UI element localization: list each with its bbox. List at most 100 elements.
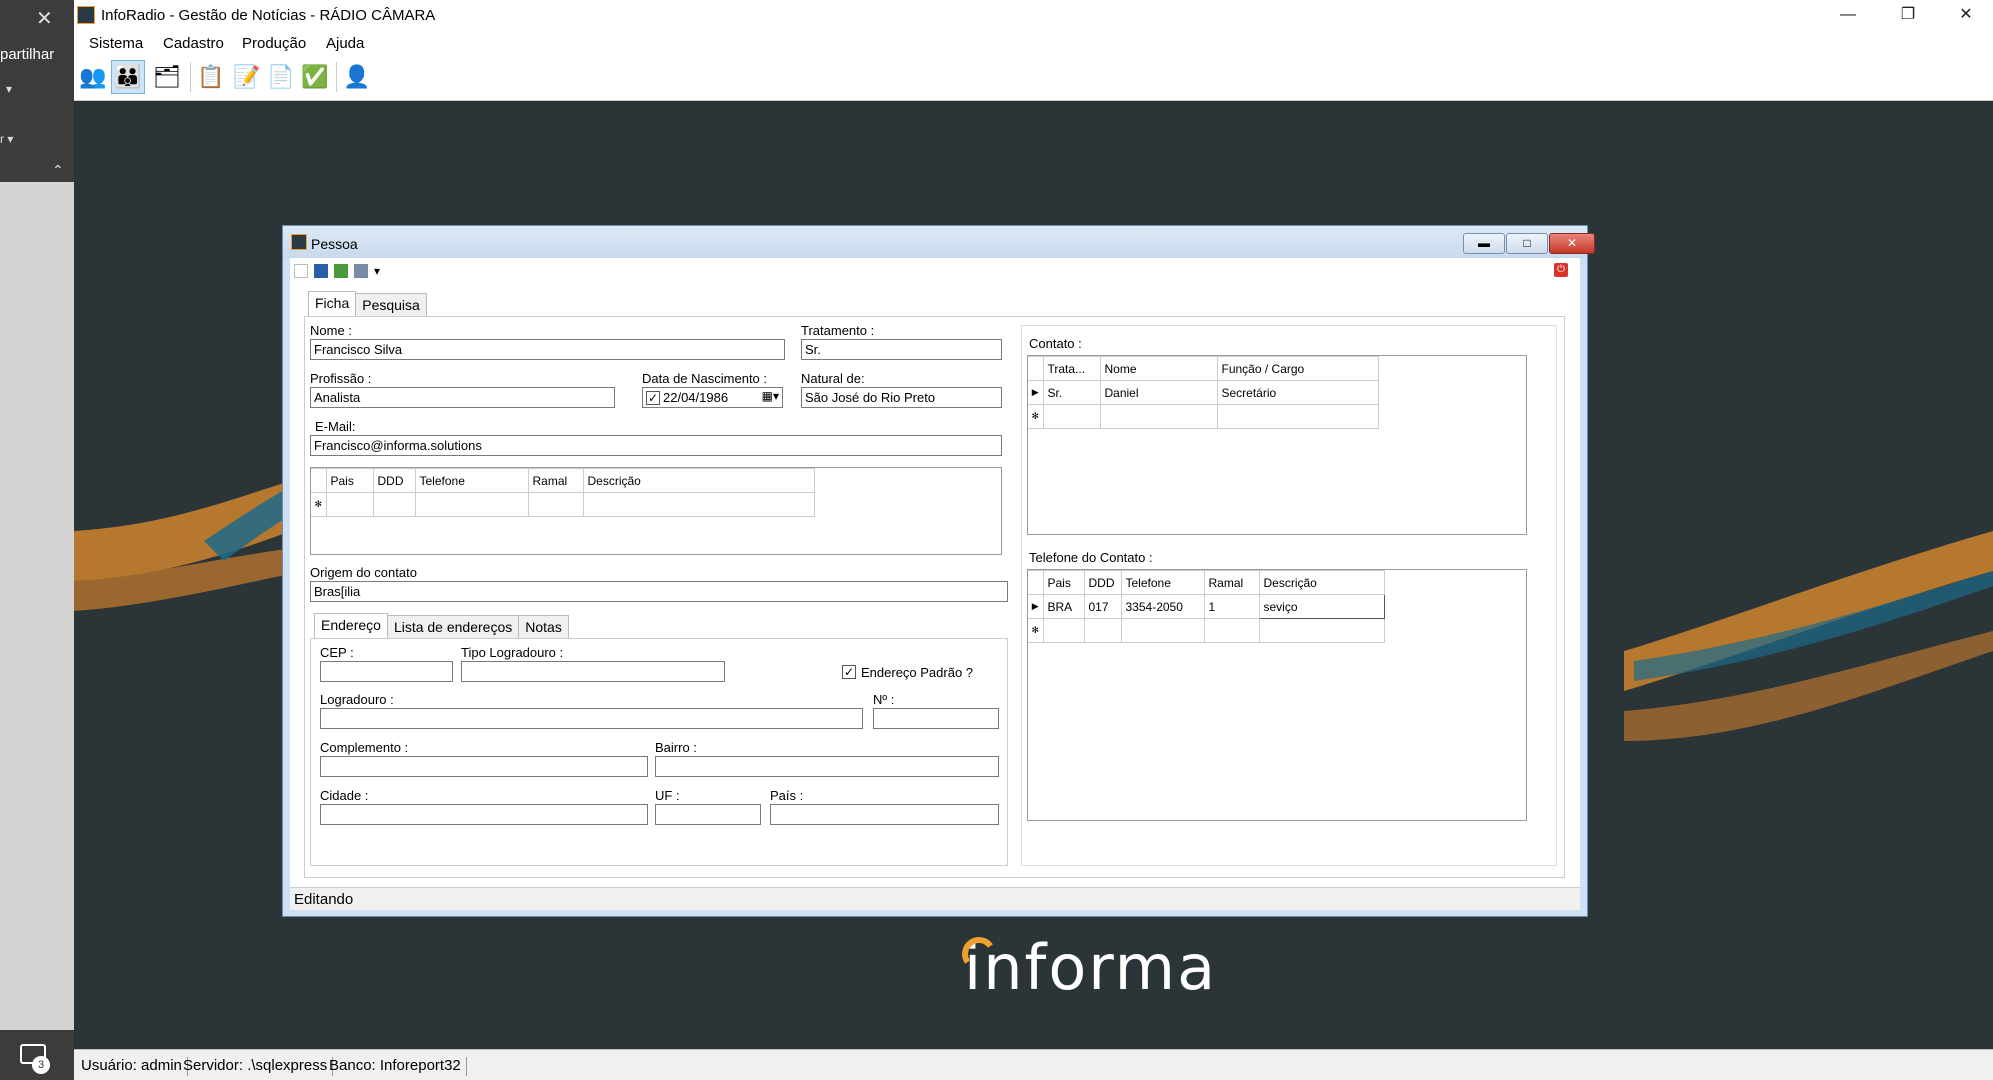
logo-text: informa bbox=[964, 931, 1218, 1004]
edit-document-icon[interactable]: 📝 bbox=[230, 60, 264, 94]
col-nome[interactable]: Nome bbox=[1099, 356, 1218, 381]
nascimento-input[interactable]: ✓ 22/04/1986 ▦▾ bbox=[642, 387, 783, 408]
chevron-down-icon[interactable]: ▾ bbox=[6, 82, 12, 96]
numero-input[interactable] bbox=[873, 708, 999, 729]
dialog-title-bar: Pessoa ▬ □ ✕ bbox=[283, 226, 1595, 258]
menu-ajuda[interactable]: Ajuda bbox=[326, 35, 364, 52]
col-descricao[interactable]: Descrição bbox=[582, 468, 815, 493]
calendar-dropdown-icon[interactable]: ▦▾ bbox=[762, 389, 779, 404]
power-icon[interactable]: ⏻ bbox=[1554, 263, 1568, 277]
col-ramal[interactable]: Ramal bbox=[527, 468, 584, 493]
new-row-icon: ✻ bbox=[1028, 404, 1044, 429]
natural-label: Natural de: bbox=[801, 371, 865, 386]
uf-label: UF : bbox=[655, 788, 680, 803]
table-row[interactable]: ✻ bbox=[311, 492, 815, 517]
tab-endereco[interactable]: Endereço bbox=[314, 613, 388, 638]
chevron-up-icon[interactable]: ⌃ bbox=[52, 162, 64, 179]
origem-label: Origem do contato bbox=[310, 565, 417, 580]
notification-center[interactable]: 3 bbox=[0, 1030, 74, 1080]
minimize-button[interactable]: — bbox=[1825, 0, 1871, 30]
nascimento-checkbox[interactable]: ✓ bbox=[646, 391, 660, 405]
delete-icon[interactable] bbox=[334, 264, 348, 278]
bairro-input[interactable] bbox=[655, 756, 999, 777]
print-icon[interactable] bbox=[354, 264, 368, 278]
endereco-padrao-checkbox[interactable]: ✓ bbox=[842, 665, 856, 679]
main-toolbar: 👥 👪 🗂 📋 📝 📄 ✅ 👤 bbox=[74, 56, 1993, 101]
tab-lista-enderecos[interactable]: Lista de endereços bbox=[386, 615, 520, 640]
list-icon[interactable]: 📄 bbox=[264, 60, 298, 94]
new-icon[interactable] bbox=[294, 264, 308, 278]
tab-pesquisa[interactable]: Pesquisa bbox=[355, 293, 427, 318]
cep-label: CEP : bbox=[320, 645, 354, 660]
title-bar: InfoRadio - Gestão de Notícias - RÁDIO C… bbox=[74, 0, 1993, 30]
user-icon[interactable]: 👤 bbox=[340, 60, 374, 94]
pais-input[interactable] bbox=[770, 804, 999, 825]
contato-panel: Contato : Trata... Nome Função / Cargo ▶… bbox=[1021, 325, 1557, 866]
col-pais[interactable]: Pais bbox=[325, 468, 374, 493]
save-icon[interactable] bbox=[314, 264, 328, 278]
close-icon[interactable]: ✕ bbox=[36, 6, 53, 31]
dialog-body: ▾ ⏻ Ficha Pesquisa Nome : Francisco Silv… bbox=[290, 258, 1580, 910]
background-app-band: ▾ r ▾ ⌃ bbox=[0, 70, 74, 182]
contacts-icon[interactable]: 👪 bbox=[111, 60, 145, 94]
email-input[interactable]: Francisco@informa.solutions bbox=[310, 435, 1002, 456]
menu-bar: Sistema Cadastro Produção Ajuda bbox=[74, 30, 1993, 56]
dialog-toolbar: ▾ bbox=[294, 262, 388, 280]
tab-ficha[interactable]: Ficha bbox=[308, 291, 357, 316]
numero-label: Nº : bbox=[873, 692, 895, 707]
table-row[interactable]: ✻ bbox=[1028, 404, 1379, 429]
cidade-input[interactable] bbox=[320, 804, 648, 825]
col-pais[interactable]: Pais bbox=[1042, 570, 1085, 595]
restore-button[interactable]: ❐ bbox=[1885, 0, 1931, 30]
tab-notas[interactable]: Notas bbox=[518, 615, 569, 640]
natural-input[interactable]: São José do Rio Preto bbox=[801, 387, 1002, 408]
card-icon[interactable]: 🗂 bbox=[150, 60, 184, 94]
tipo-logradouro-input[interactable] bbox=[461, 661, 725, 682]
menu-sistema[interactable]: Sistema bbox=[89, 35, 143, 52]
pessoa-dialog: Pessoa ▬ □ ✕ ▾ ⏻ Ficha Pesquisa Nome : F… bbox=[282, 225, 1595, 917]
profissao-input[interactable]: Analista bbox=[310, 387, 615, 408]
users-icon[interactable]: 👥 bbox=[76, 60, 110, 94]
telefone-contato-grid: Pais DDD Telefone Ramal Descrição ▶ BRA … bbox=[1027, 569, 1527, 821]
close-button[interactable]: ✕ bbox=[1943, 0, 1989, 30]
row-pointer-icon: ▶ bbox=[1028, 594, 1044, 619]
nome-input[interactable]: Francisco Silva bbox=[310, 339, 785, 360]
complemento-input[interactable] bbox=[320, 756, 648, 777]
menu-producao[interactable]: Produção bbox=[242, 35, 306, 52]
share-label[interactable]: partilhar bbox=[0, 46, 54, 63]
dropdown-icon[interactable]: r ▾ bbox=[0, 132, 13, 146]
check-document-icon[interactable]: ✅ bbox=[298, 60, 332, 94]
contato-grid: Trata... Nome Função / Cargo ▶ Sr. Danie… bbox=[1027, 355, 1527, 535]
app-icon bbox=[77, 6, 95, 24]
dialog-close-button[interactable]: ✕ bbox=[1549, 233, 1595, 254]
table-row[interactable]: ✻ bbox=[1028, 618, 1385, 643]
col-telefone[interactable]: Telefone bbox=[414, 468, 529, 493]
contato-table: Trata... Nome Função / Cargo ▶ Sr. Danie… bbox=[1028, 356, 1379, 429]
table-row[interactable]: ▶ Sr. Daniel Secretário bbox=[1028, 380, 1379, 405]
informa-logo: informa bbox=[959, 931, 1218, 1004]
menu-cadastro[interactable]: Cadastro bbox=[163, 35, 224, 52]
background-app-header: ✕ partilhar bbox=[0, 0, 74, 70]
nascimento-value: 22/04/1986 bbox=[663, 390, 729, 405]
dialog-status: Editando bbox=[290, 887, 1580, 910]
col-funcao[interactable]: Função / Cargo bbox=[1216, 356, 1379, 381]
col-descricao[interactable]: Descrição bbox=[1258, 570, 1385, 595]
nascimento-label: Data de Nascimento : bbox=[642, 371, 768, 386]
col-ramal[interactable]: Ramal bbox=[1203, 570, 1260, 595]
col-tratamento[interactable]: Trata... bbox=[1042, 356, 1101, 381]
dropdown-arrow-icon[interactable]: ▾ bbox=[374, 264, 388, 278]
dialog-maximize-button[interactable]: □ bbox=[1506, 233, 1548, 254]
col-ddd[interactable]: DDD bbox=[1083, 570, 1122, 595]
telefone-contato-label: Telefone do Contato : bbox=[1029, 550, 1153, 565]
clipboard-icon[interactable]: 📋 bbox=[194, 60, 228, 94]
col-telefone[interactable]: Telefone bbox=[1120, 570, 1205, 595]
telefone-contato-table: Pais DDD Telefone Ramal Descrição ▶ BRA … bbox=[1028, 570, 1385, 643]
logradouro-input[interactable] bbox=[320, 708, 863, 729]
uf-input[interactable] bbox=[655, 804, 761, 825]
dialog-minimize-button[interactable]: ▬ bbox=[1463, 233, 1505, 254]
table-row[interactable]: ▶ BRA 017 3354-2050 1 seviço bbox=[1028, 594, 1385, 619]
cep-input[interactable] bbox=[320, 661, 453, 682]
tratamento-input[interactable]: Sr. bbox=[801, 339, 1002, 360]
origem-input[interactable]: Bras[ilia bbox=[310, 581, 1008, 602]
col-ddd[interactable]: DDD bbox=[372, 468, 416, 493]
